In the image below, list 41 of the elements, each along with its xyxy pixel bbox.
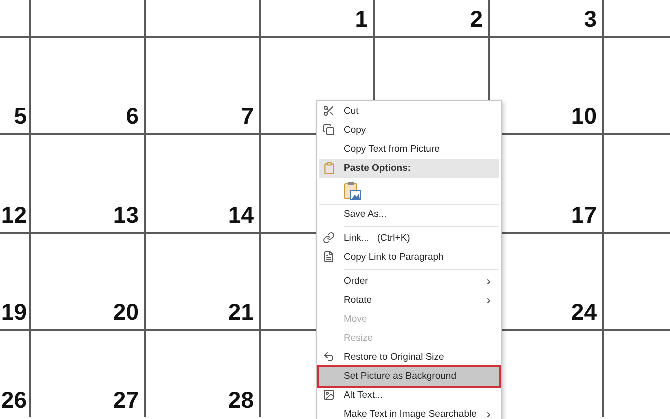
calendar-cell (0, 0, 29, 36)
calendar-day-number: 21 (228, 301, 254, 324)
clipboard-icon (323, 162, 336, 175)
menu-item[interactable]: Alt Text... (319, 386, 499, 405)
menu-item[interactable]: Link... (Ctrl+K) (319, 229, 499, 248)
calendar-day-number: 27 (113, 389, 139, 412)
menu-item[interactable]: Copy Link to Paragraph (319, 248, 499, 267)
calendar-day-number: 26 (1, 389, 27, 412)
calendar-day-number: 17 (571, 204, 597, 227)
calendar-day-number: 5 (14, 105, 27, 128)
menu-item[interactable]: Set Picture as Background (319, 367, 499, 386)
calendar-day-number: 14 (228, 204, 254, 227)
calendar-day-number: 28 (228, 389, 254, 412)
paste-picture-button[interactable] (344, 181, 362, 201)
menu-item[interactable]: Copy (319, 121, 499, 140)
undo-icon (323, 351, 335, 363)
link-icon (323, 232, 335, 244)
paste-options-header: Paste Options: (319, 159, 499, 178)
calendar-day-number: 6 (126, 105, 139, 128)
calendar-day-number: 7 (241, 105, 254, 128)
copy-icon (323, 124, 335, 136)
menu-item[interactable]: Order (319, 272, 499, 291)
menu-item[interactable]: Save As... (319, 205, 499, 224)
calendar-day-number: 10 (571, 105, 597, 128)
calendar-day-number: 2 (470, 8, 483, 31)
menu-item[interactable]: Copy Text from Picture (319, 140, 499, 159)
menu-item[interactable]: Rotate (319, 291, 499, 310)
menu-item[interactable]: Cut (319, 102, 499, 121)
calendar-day-number: 3 (584, 8, 597, 31)
image-icon (323, 389, 335, 401)
cut-icon (323, 105, 335, 117)
calendar-day-number: 20 (113, 301, 139, 324)
calendar-day-number: 13 (113, 204, 139, 227)
calendar-cell (604, 0, 670, 36)
menu-item[interactable]: Make Text in Image Searchable (319, 405, 499, 419)
calendar-day-number: 24 (571, 301, 597, 324)
menu-item[interactable]: Restore to Original Size (319, 348, 499, 367)
calendar-day-number: 12 (1, 204, 27, 227)
calendar-day-number: 1 (355, 8, 368, 31)
calendar-day-number: 19 (1, 301, 27, 324)
document-icon (323, 251, 335, 263)
